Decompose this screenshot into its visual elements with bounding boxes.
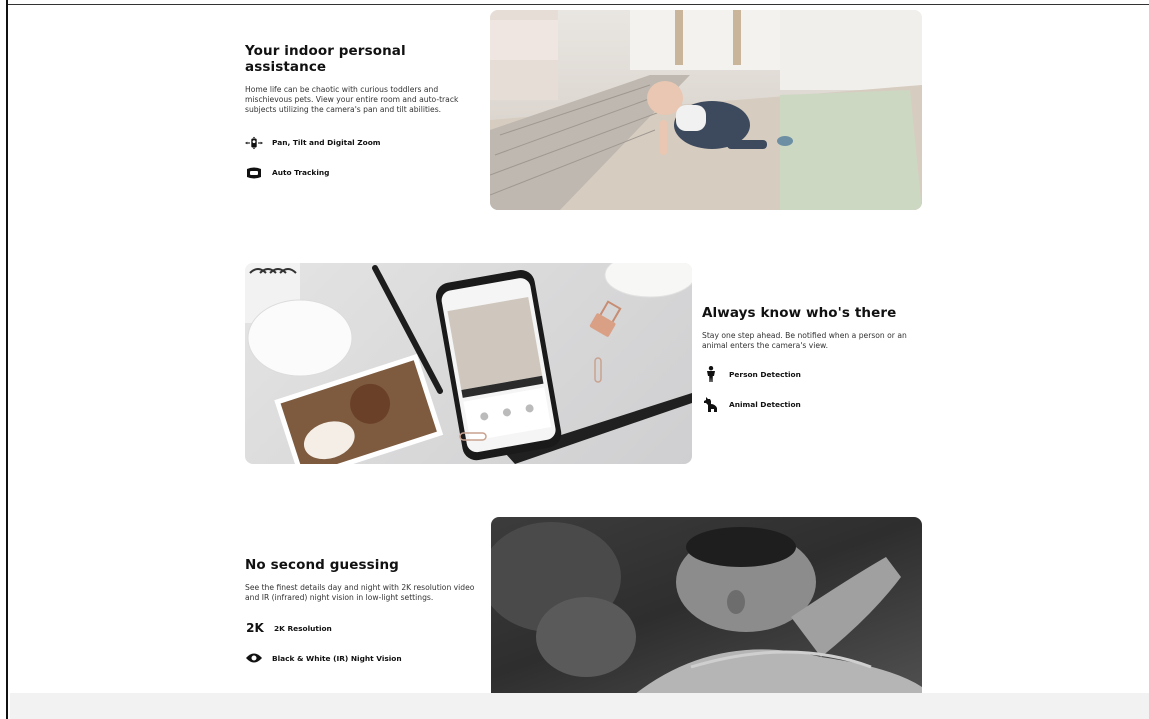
feature-label: Auto Tracking xyxy=(272,168,330,178)
feature-auto-tracking: Auto Tracking xyxy=(245,166,475,180)
feature-2k-resolution: 2K 2K Resolution xyxy=(245,621,485,635)
section-description: Stay one step ahead. Be notified when a … xyxy=(702,331,907,351)
window-top-border xyxy=(8,4,1149,5)
sleeping-baby-night-vision-photo xyxy=(491,517,922,715)
feature-pan-tilt-zoom: Pan, Tilt and Digital Zoom xyxy=(245,136,475,150)
animal-icon xyxy=(702,397,720,413)
2k-badge-icon: 2K xyxy=(246,621,264,636)
feature-label: 2K Resolution xyxy=(274,623,332,633)
section-title: Always know who's there xyxy=(702,305,897,321)
auto-tracking-icon xyxy=(245,166,263,180)
section-description: See the finest details day and night wit… xyxy=(245,583,475,603)
section-always-know: Always know who's there Stay one step ah… xyxy=(702,305,932,413)
section-indoor-assistance: Your indoor personal assistance Home lif… xyxy=(245,43,475,180)
app-phone-flatlay-photo xyxy=(245,263,692,464)
window-left-border xyxy=(0,0,8,719)
pan-tilt-zoom-icon xyxy=(245,136,263,150)
crawling-baby-photo xyxy=(490,10,922,210)
footer-band xyxy=(10,693,1149,719)
eye-icon xyxy=(245,651,263,665)
feature-label: Pan, Tilt and Digital Zoom xyxy=(272,138,381,148)
section-title: No second guessing xyxy=(245,557,399,573)
feature-label: Black & White (IR) Night Vision xyxy=(272,653,402,663)
feature-animal-detection: Animal Detection xyxy=(702,397,932,413)
section-description: Home life can be chaotic with curious to… xyxy=(245,85,459,115)
feature-label: Person Detection xyxy=(729,369,801,379)
section-title: Your indoor personal assistance xyxy=(245,43,406,75)
section-no-second-guessing: No second guessing See the finest detail… xyxy=(245,557,485,665)
feature-person-detection: Person Detection xyxy=(702,366,932,383)
person-icon xyxy=(702,366,720,383)
feature-label: Animal Detection xyxy=(729,399,801,409)
feature-night-vision: Black & White (IR) Night Vision xyxy=(245,651,485,665)
